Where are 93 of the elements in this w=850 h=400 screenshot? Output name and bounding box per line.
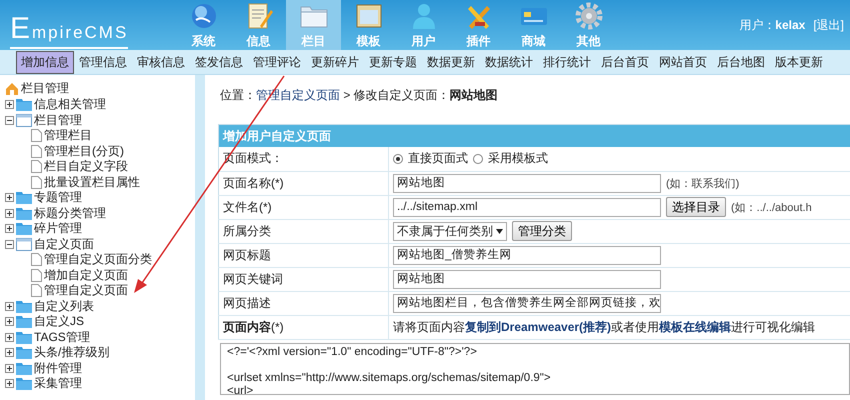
collapse-icon[interactable] [5,240,14,249]
field-hint: (如：../../about.h [731,200,812,214]
page-icon [31,160,42,174]
menu-link[interactable]: 网站首页 [654,50,712,74]
radio-label: 直接页面式 [408,150,468,168]
input-field[interactable]: ../../sitemap.xml [393,198,661,216]
folder-icon [16,191,32,204]
dropdown[interactable]: 不隶属于任何类别 [393,222,507,240]
menu-link[interactable]: 后台地图 [712,50,770,74]
tree-item[interactable]: 头条/推荐级别 [34,344,110,362]
tree-item[interactable]: 信息相关管理 [34,96,106,114]
tree-title: 栏目管理 [21,80,69,97]
radio-label: 采用模板式 [488,150,548,168]
folder-icon [16,98,32,112]
tree-item[interactable]: 管理栏目(分页) [44,142,124,160]
menu-link[interactable]: 数据统计 [480,50,538,74]
folder-icon [16,346,32,360]
manage-button[interactable]: 管理分类 [512,221,572,241]
expand-icon[interactable] [5,317,14,326]
house-icon [5,82,19,96]
tree-item[interactable]: 管理栏目 [44,127,92,144]
menu-link[interactable]: 更新专题 [364,50,422,74]
radio-button[interactable] [393,154,403,164]
folder-icon [16,330,32,344]
expand-icon[interactable] [5,193,14,202]
folder-icon [16,377,32,390]
expand-icon[interactable] [5,379,14,388]
tree-item[interactable]: 碎片管理 [34,220,82,238]
menu-link[interactable]: 审核信息 [132,50,190,74]
content-textarea[interactable]: <?='<?xml version="1.0" encoding="UTF-8"?>'?> <urlset xmlns="http://www.sitemaps.org/schemas/sitemap/0.9"> <url> [220,342,850,394]
radio-button[interactable] [473,154,483,164]
expand-icon[interactable] [5,364,14,373]
folder-icon [16,238,32,251]
folder-icon [16,362,32,375]
user-name: 用户：kelax [739,16,806,34]
field-label: 页面内容(*) [218,315,388,339]
field-label: 所属分类 [218,219,388,243]
page-icon [31,129,42,142]
input-field[interactable]: 网站地图 [393,270,661,288]
collapse-icon[interactable] [5,116,14,125]
menu-link[interactable]: 管理评论 [248,50,306,74]
folder-icon [16,222,32,236]
expand-icon[interactable] [5,302,14,311]
page-icon [31,253,42,266]
tree-item[interactable]: 自定义列表 [34,298,94,315]
menu-link[interactable]: 增加信息 [16,50,74,74]
tree-item[interactable]: 管理自定义页面分类 [44,251,152,268]
tree-item[interactable]: 栏目管理 [34,112,82,129]
menu-link[interactable]: 排行统计 [538,50,596,74]
tree-item[interactable]: 附件管理 [34,360,82,377]
tree-item[interactable]: 批量设置栏目属性 [44,174,140,191]
field-label: 网页标题 [218,243,388,267]
help-text: 请将页面内容复制到Dreamweaver(推荐)或者使用模板在线编辑进行可视化编辑 [393,318,816,336]
window-icon [354,2,382,30]
page-icon [31,268,42,282]
select-button[interactable]: 选择目录 [666,197,726,217]
folder-icon [16,300,32,313]
tree-item[interactable]: 自定义JS [34,313,84,330]
expand-icon[interactable] [5,224,14,234]
tree-item[interactable]: 采集管理 [34,375,82,392]
page-icon [31,144,42,158]
input-field[interactable]: 网站地图_僧赞养生网 [393,246,661,264]
menu-link[interactable]: 更新碎片 [306,50,364,74]
folder-icon [16,206,32,220]
tree-item[interactable]: 管理自定义页面 [44,282,128,300]
folder-icon [16,315,32,328]
expand-icon[interactable] [5,100,14,110]
menu-link[interactable]: 后台首页 [596,50,654,74]
gear-icon [574,2,602,30]
tree-item[interactable]: 专题管理 [34,189,82,206]
expand-icon[interactable] [5,208,14,218]
field-label: 网页关键词 [218,267,388,291]
expand-icon[interactable] [5,348,14,358]
tree-item[interactable]: TAGS管理 [34,328,90,346]
tree-item[interactable]: 栏目自定义字段 [44,158,128,176]
field-label: 文件名(*) [218,195,388,219]
menu-link[interactable]: 签发信息 [190,50,248,74]
expand-icon[interactable] [5,332,14,342]
page-icon [31,284,42,298]
field-hint: (如：联系我们) [666,176,740,190]
menu-link[interactable]: 数据更新 [422,50,480,74]
page-icon [31,176,42,189]
menu-link[interactable]: 版本更新 [770,50,828,74]
field-label: 页面名称(*) [218,171,388,195]
field-label: 网页描述 [218,291,388,315]
dropdown-arrow-icon [496,228,503,234]
folder-icon [16,114,32,127]
input-field[interactable]: 网站地图栏目，包含僧赞养生网全部网页链接，欢 [393,294,661,312]
tree-item[interactable]: 自定义页面 [34,236,94,253]
menu-link[interactable]: 管理信息 [74,50,132,74]
input-field[interactable]: 网站地图 [393,174,661,192]
tree-item[interactable]: 增加自定义页面 [44,266,128,284]
tree-item[interactable]: 标题分类管理 [34,204,106,222]
